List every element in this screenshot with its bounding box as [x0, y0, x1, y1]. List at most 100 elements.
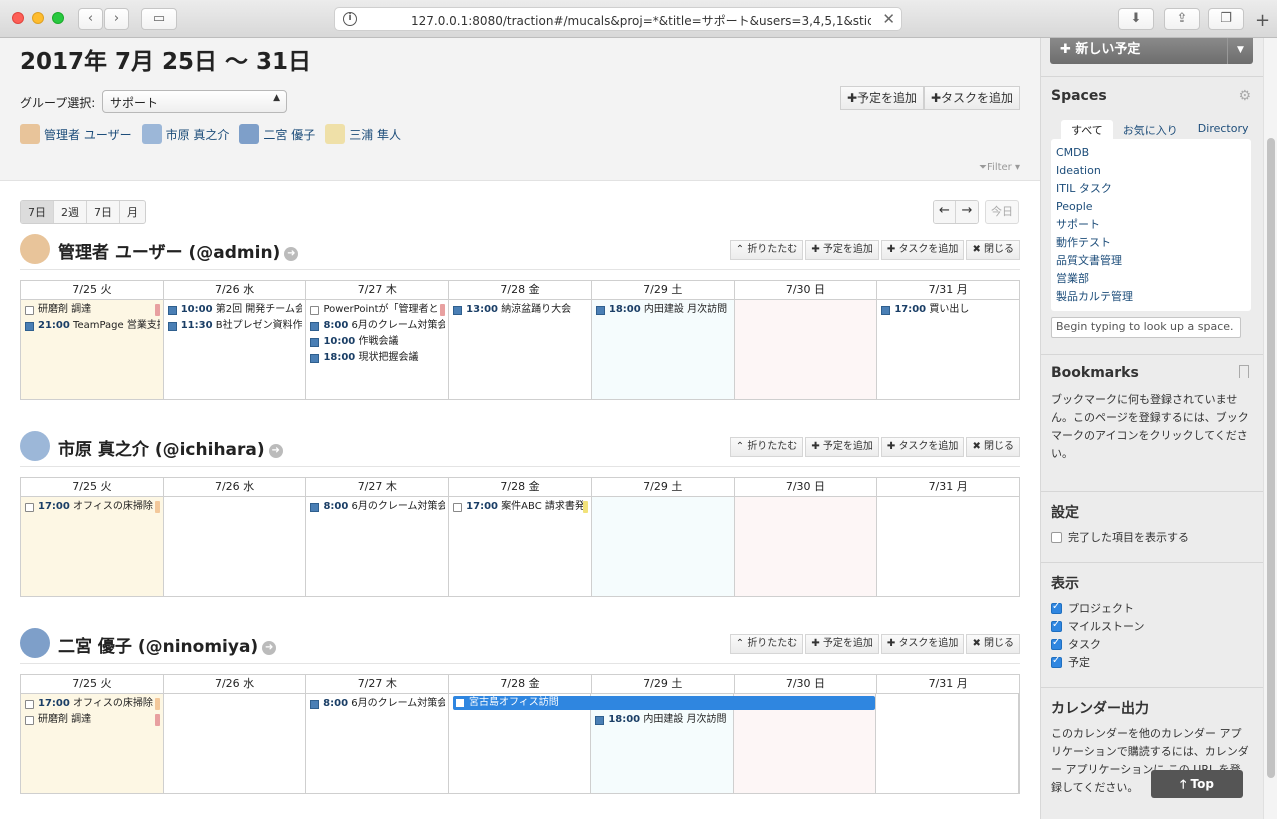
show-completed-checkbox[interactable]: 完了した項目を表示する [1051, 529, 1189, 545]
calendar-item[interactable]: 17:00 オフィスの床掃除 [24, 696, 160, 712]
member-ninomiya[interactable]: 二宮 優子 [239, 124, 315, 144]
zoom-window-button[interactable] [52, 12, 64, 24]
address-bar[interactable]: i 127.0.0.1:8080/traction#/mucals&proj=*… [334, 7, 902, 31]
close-button[interactable]: ✖ 閉じる [966, 240, 1020, 260]
arrow-right-icon[interactable]: ➜ [284, 247, 299, 261]
space-search-input[interactable]: Begin typing to look up a space. [1051, 317, 1241, 338]
member-ichihara[interactable]: 市原 真之介 [141, 124, 229, 144]
task-checkbox-icon[interactable] [25, 306, 34, 315]
prev-period-icon[interactable]: ← [934, 201, 956, 223]
downloads-icon[interactable]: ⬇ [1118, 8, 1154, 30]
tab-2weeks[interactable]: 2週 [54, 201, 87, 223]
task-checkbox-icon[interactable] [25, 716, 34, 725]
minimize-window-button[interactable] [32, 12, 44, 24]
space-item[interactable]: CMDB [1056, 145, 1246, 163]
day-cell[interactable] [734, 497, 878, 596]
gear-icon[interactable]: ⚙ [1238, 88, 1251, 104]
calendar-item[interactable]: 8:00 6月のクレーム対策会 [309, 318, 445, 334]
calendar-item[interactable]: 13:00 納涼盆踊り大会 [452, 302, 588, 318]
scrollbar[interactable] [1263, 38, 1277, 819]
clear-url-icon[interactable]: ✕ [882, 10, 895, 28]
tab-month[interactable]: 月 [120, 201, 145, 223]
calendar-item[interactable]: 17:00 オフィスの床掃除 [24, 499, 160, 515]
calendar-item[interactable]: PowerPointが「管理者と [309, 302, 446, 318]
checkbox[interactable] [1051, 601, 1062, 614]
show-projects-checkbox[interactable]: プロジェクト [1051, 600, 1134, 616]
calendar-item[interactable]: 18:00 内田建設 月次訪問 [594, 712, 730, 728]
calendar-item[interactable]: 18:00 現状把握会議 [309, 350, 445, 366]
close-button[interactable]: ✖ 閉じる [966, 634, 1020, 654]
task-checkbox-icon[interactable] [453, 503, 463, 512]
user-name[interactable]: 二宮 優子 (@ninomiya) ➜ [58, 632, 277, 657]
tab-all-spaces[interactable]: すべて [1061, 120, 1113, 140]
calendar-item[interactable]: 研磨剤 調達 [24, 712, 160, 728]
group-select[interactable]: サポート ▲ [102, 90, 287, 113]
add-event-button[interactable]: ✚ 予定を追加 [805, 437, 879, 457]
add-task-button[interactable]: ✚ タスクを追加 [880, 437, 965, 457]
day-cell[interactable] [876, 694, 1020, 793]
day-cell[interactable] [164, 497, 307, 596]
day-cell[interactable] [591, 497, 735, 596]
member-miura[interactable]: 三浦 隼人 [325, 124, 401, 144]
show-milestones-checkbox[interactable]: マイルストーン [1051, 618, 1144, 634]
day-cell[interactable]: PowerPointが「管理者と 8:00 6月のクレーム対策会 10:00 作戦会… [306, 300, 450, 399]
add-event-button[interactable]: ✚予定を追加 [840, 86, 925, 110]
next-period-icon[interactable]: → [956, 201, 978, 223]
collapse-button[interactable]: ⌃ 折りたたむ [729, 634, 804, 654]
space-item[interactable]: People [1056, 199, 1246, 217]
task-checkbox-icon[interactable] [310, 306, 320, 315]
calendar-item[interactable]: 17:00 買い出し [880, 302, 1016, 318]
sidebar-toggle-icon[interactable]: ▭ [141, 8, 177, 30]
calendar-item[interactable]: 8:00 6月のクレーム対策会 [309, 696, 445, 712]
new-event-button[interactable]: ✚ 新しい予定 ▼ [1050, 38, 1253, 64]
day-cell[interactable]: 8:00 6月のクレーム対策会 [306, 497, 450, 596]
space-item[interactable]: Ideation [1056, 163, 1246, 181]
calendar-item[interactable]: 17:00 案件ABC 請求書発 [452, 499, 588, 515]
back-button[interactable]: ‹ [78, 8, 103, 30]
dropdown-icon[interactable]: ▼ [1227, 38, 1253, 64]
day-cell[interactable]: 18:00 内田建設 月次訪問 [591, 300, 735, 399]
day-cell[interactable] [877, 497, 1019, 596]
checkbox[interactable] [1051, 531, 1062, 543]
scrollbar-thumb[interactable] [1267, 138, 1275, 778]
arrow-right-icon[interactable]: ➜ [262, 641, 277, 655]
tab-directory[interactable]: Directory [1188, 120, 1259, 140]
task-checkbox-icon[interactable] [25, 503, 34, 512]
show-tasks-checkbox[interactable]: タスク [1051, 636, 1101, 652]
day-cell[interactable]: 13:00 納涼盆踊り大会 [449, 300, 592, 399]
info-icon[interactable]: i [343, 12, 357, 26]
add-task-button[interactable]: ✚ タスクを追加 [880, 240, 965, 260]
add-task-button[interactable]: ✚ タスクを追加 [880, 634, 965, 654]
filter-toggle[interactable]: ⏷Filter ▾ [979, 162, 1020, 173]
new-tab-icon[interactable]: + [1255, 10, 1270, 31]
forward-button[interactable]: › [104, 8, 129, 30]
day-cell[interactable]: 研磨剤 調達 21:00 TeamPage 営業支援 [21, 300, 164, 399]
day-cell[interactable]: 10:00 第2回 開発チーム会11:30 B社プレゼン資料作成 [164, 300, 307, 399]
space-item[interactable]: ITIL タスク [1056, 181, 1246, 199]
close-window-button[interactable] [12, 12, 24, 24]
checkbox[interactable] [1051, 619, 1062, 632]
user-name[interactable]: 管理者 ユーザー (@admin) ➜ [58, 238, 299, 263]
add-event-button[interactable]: ✚ 予定を追加 [805, 634, 879, 654]
collapse-button[interactable]: ⌃ 折りたたむ [729, 437, 804, 457]
day-cell[interactable]: 17:00 オフィスの床掃除 [21, 497, 164, 596]
checkbox[interactable] [1051, 655, 1062, 668]
back-to-top-button[interactable]: 🡑 Top [1151, 770, 1243, 798]
bookmark-icon[interactable] [1239, 365, 1249, 378]
calendar-item[interactable]: 研磨剤 調達 [24, 302, 160, 318]
task-checkbox-icon[interactable] [25, 700, 34, 709]
share-icon[interactable]: ⇪ [1164, 8, 1200, 30]
tab-7days-alt[interactable]: 7日 [87, 201, 120, 223]
add-task-button[interactable]: ✚タスクを追加 [924, 86, 1021, 110]
day-cell[interactable]: 17:00 オフィスの床掃除 研磨剤 調達 [21, 694, 164, 793]
calendar-item[interactable]: 11:30 B社プレゼン資料作成 [167, 318, 302, 334]
day-cell[interactable] [164, 694, 307, 793]
calendar-item[interactable]: 8:00 6月のクレーム対策会 [309, 499, 445, 515]
multi-day-event[interactable]: 宮古島オフィス訪問 [453, 696, 875, 710]
show-events-checkbox[interactable]: 予定 [1051, 654, 1090, 670]
calendar-item[interactable]: 10:00 作戦会議 [309, 334, 445, 350]
collapse-button[interactable]: ⌃ 折りたたむ [729, 240, 804, 260]
space-item[interactable]: 動作テスト [1056, 235, 1246, 253]
day-cell[interactable] [734, 300, 878, 399]
close-button[interactable]: ✖ 閉じる [966, 437, 1020, 457]
